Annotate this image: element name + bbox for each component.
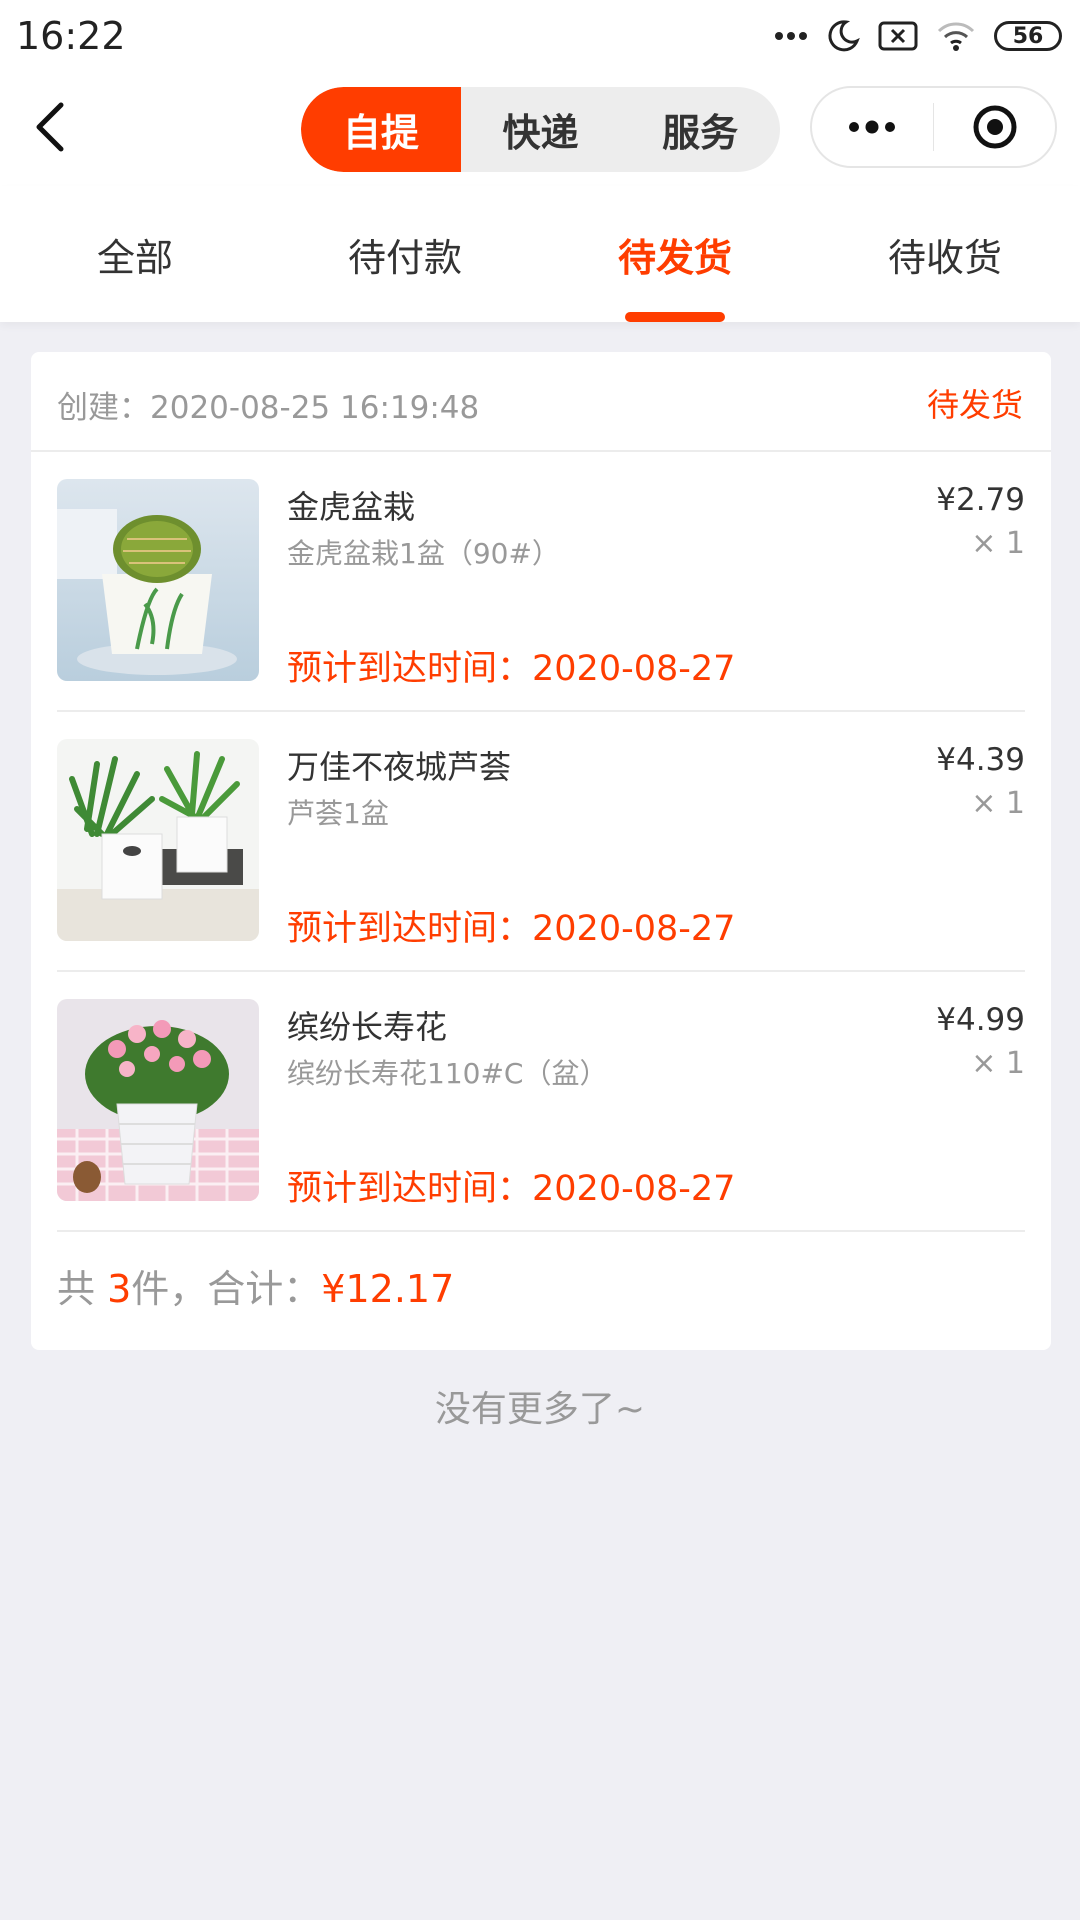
status-icons: 56 — [774, 14, 1062, 58]
product-quantity: × 1 — [971, 526, 1025, 561]
order-status-tabs: 全部 待付款 待发货 待收货 — [0, 186, 1080, 322]
product-spec: 缤纷长寿花110#C（盆） — [287, 1057, 608, 1090]
product-name: 万佳不夜城芦荟 — [287, 748, 512, 786]
tab-label: 待付款 — [347, 235, 462, 280]
status-bar: 16:22 56 — [0, 0, 1080, 72]
status-time: 16:22 — [16, 14, 126, 58]
segment-self-pickup[interactable]: 自提 — [301, 87, 461, 172]
order-card[interactable]: 创建：2020-08-25 16:19:48 待发货 金虎盆栽 金虎盆栽1盆（9… — [31, 352, 1051, 1350]
product-price: ¥2.79 — [936, 482, 1025, 518]
product-spec: 芦荟1盆 — [287, 797, 389, 830]
order-status: 待发货 — [926, 386, 1023, 424]
tab-pending-receipt[interactable]: 待收货 — [810, 186, 1080, 322]
eta-value: 2020-08-27 — [532, 649, 736, 689]
more-menu-button[interactable] — [812, 88, 933, 166]
order-header: 创建：2020-08-25 16:19:48 待发货 — [31, 352, 1051, 452]
chevron-left-icon — [36, 102, 64, 152]
tab-label: 待发货 — [617, 235, 732, 280]
created-value: 2020-08-25 16:19:48 — [150, 390, 480, 426]
product-name: 金虎盆栽 — [287, 488, 416, 526]
tab-all[interactable]: 全部 — [0, 186, 270, 322]
tab-label: 待收货 — [887, 235, 1002, 280]
order-item[interactable]: 万佳不夜城芦荟 芦荟1盆 预计到达时间：2020-08-27 ¥4.39 × 1 — [57, 712, 1025, 972]
product-quantity: × 1 — [971, 786, 1025, 821]
estimated-arrival: 预计到达时间：2020-08-27 — [287, 900, 735, 951]
delivery-mode-segment: 自提 快递 服务 — [301, 87, 780, 172]
product-spec: 金虎盆栽1盆（90#） — [287, 537, 560, 570]
target-circle-icon — [973, 105, 1017, 149]
product-price: ¥4.99 — [936, 1002, 1025, 1038]
summary-prefix: 共 — [57, 1267, 108, 1311]
order-item[interactable]: 缤纷长寿花 缤纷长寿花110#C（盆） 预计到达时间：2020-08-27 ¥4… — [57, 972, 1025, 1232]
product-image-cactus — [57, 479, 259, 681]
item-count: 3 — [107, 1267, 132, 1311]
eta-value: 2020-08-27 — [532, 909, 736, 949]
eta-label: 预计到达时间： — [287, 649, 533, 689]
miniprogram-capsule — [810, 86, 1057, 168]
created-label: 创建： — [57, 390, 150, 426]
active-tab-indicator — [625, 312, 725, 322]
eta-label: 预计到达时间： — [287, 1169, 533, 1209]
moon-icon — [826, 19, 860, 53]
wifi-icon — [936, 20, 976, 52]
close-miniprogram-button[interactable] — [934, 88, 1055, 166]
order-item[interactable]: 金虎盆栽 金虎盆栽1盆（90#） 预计到达时间：2020-08-27 ¥2.79… — [57, 452, 1025, 712]
more-dots-icon — [774, 31, 808, 41]
battery-icon: 56 — [994, 21, 1062, 51]
product-price: ¥4.39 — [936, 742, 1025, 778]
nav-bar: 自提 快递 服务 — [0, 72, 1080, 186]
eta-label: 预计到达时间： — [287, 909, 533, 949]
close-box-icon — [878, 21, 918, 51]
product-image-aloe — [57, 739, 259, 941]
segment-express[interactable]: 快递 — [461, 87, 621, 172]
order-total: ¥12.17 — [321, 1267, 455, 1311]
product-quantity: × 1 — [971, 1046, 1025, 1081]
order-created-time: 创建：2020-08-25 16:19:48 — [57, 382, 479, 427]
order-summary: 共 3件，合计：¥12.17 — [57, 1258, 454, 1313]
tab-pending-payment[interactable]: 待付款 — [270, 186, 540, 322]
eta-value: 2020-08-27 — [532, 1169, 736, 1209]
summary-mid: 件，合计： — [131, 1267, 322, 1311]
product-image-kalanchoe — [57, 999, 259, 1201]
estimated-arrival: 预计到达时间：2020-08-27 — [287, 640, 735, 691]
back-button[interactable] — [22, 94, 78, 160]
segment-service[interactable]: 服务 — [620, 87, 780, 172]
no-more-text: 没有更多了~ — [434, 1389, 646, 1430]
order-list-page: 16:22 56 自提 快递 服务 全部 待付款 待发货 待收货 创建：2020… — [0, 0, 1080, 1920]
tab-label: 全部 — [96, 235, 173, 280]
more-dots-icon — [849, 120, 896, 134]
estimated-arrival: 预计到达时间：2020-08-27 — [287, 1160, 735, 1211]
tab-pending-shipment[interactable]: 待发货 — [540, 186, 810, 322]
product-name: 缤纷长寿花 — [287, 1008, 448, 1046]
